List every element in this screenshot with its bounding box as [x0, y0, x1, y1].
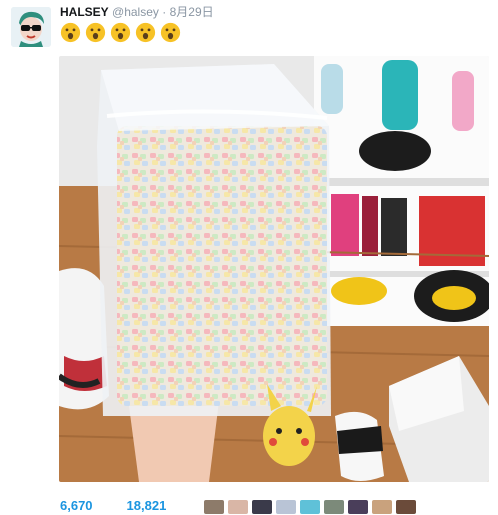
author-display-name[interactable]: HALSEY	[60, 5, 109, 19]
liker-avatar[interactable]	[324, 500, 344, 514]
liker-avatar[interactable]	[228, 500, 248, 514]
tweet-text	[60, 22, 181, 43]
retweet-count[interactable]: 6,670	[60, 498, 93, 513]
open-mouth-face-icon	[60, 22, 81, 43]
liker-avatar[interactable]	[204, 500, 224, 514]
liker-avatar[interactable]	[276, 500, 296, 514]
like-count[interactable]: 18,821	[127, 498, 167, 513]
header-separator: ·	[162, 5, 167, 19]
author-handle[interactable]: @halsey	[112, 5, 159, 19]
open-mouth-face-icon	[110, 22, 131, 43]
liker-avatar[interactable]	[300, 500, 320, 514]
tweet-photo[interactable]	[59, 56, 489, 482]
liker-avatar[interactable]	[348, 500, 368, 514]
liker-avatar[interactable]	[396, 500, 416, 514]
photo-bag-of-marshmallows	[59, 56, 489, 482]
tweet-header: HALSEY @halsey · 8月29日	[60, 5, 214, 19]
open-mouth-face-icon	[85, 22, 106, 43]
open-mouth-face-icon	[135, 22, 156, 43]
avatar-illustration-icon	[11, 7, 51, 47]
author-avatar[interactable]	[11, 7, 51, 47]
liker-avatar[interactable]	[252, 500, 272, 514]
tweet-timestamp[interactable]: 8月29日	[170, 5, 214, 19]
open-mouth-face-icon	[160, 22, 181, 43]
liker-avatars	[204, 500, 416, 514]
liker-avatar[interactable]	[372, 500, 392, 514]
tweet-stats: 6,670 18,821	[60, 498, 166, 513]
